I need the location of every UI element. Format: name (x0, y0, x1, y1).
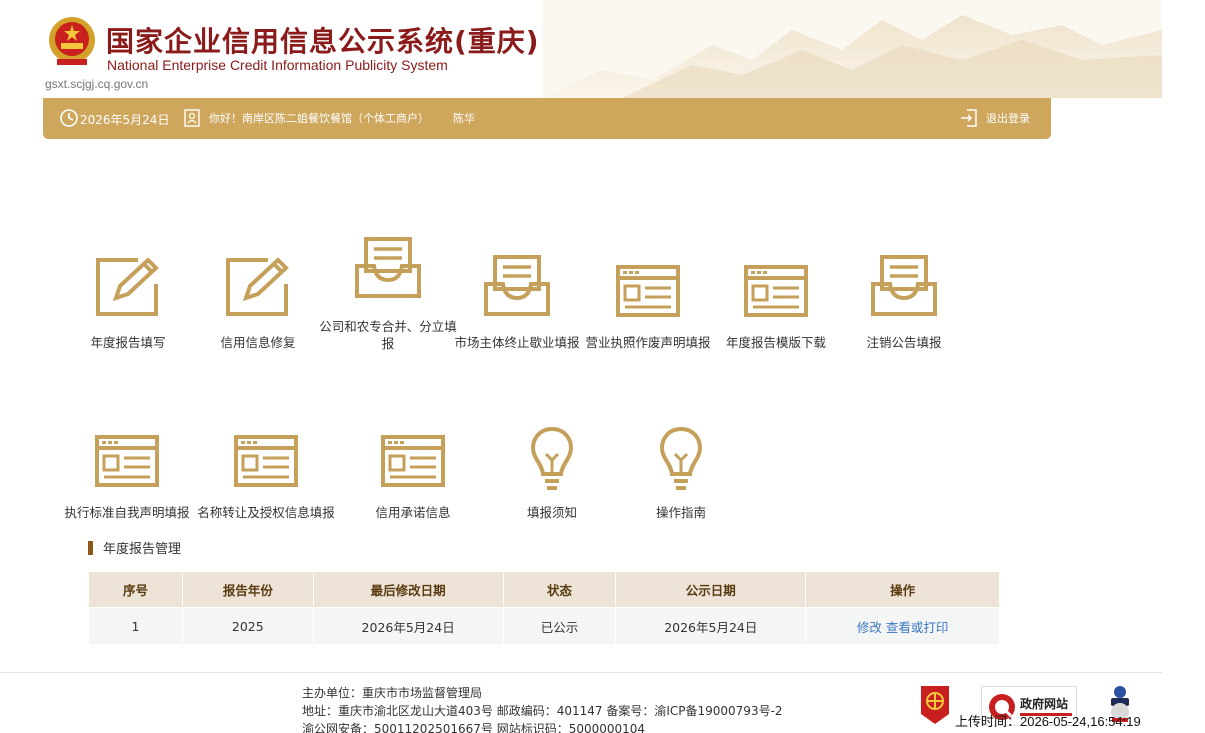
cell-no: 1 (88, 607, 183, 645)
tile-label: 营业执照作废声明填报 (585, 335, 711, 350)
column-header: 最后修改日期 (312, 571, 504, 608)
logout-icon[interactable] (960, 108, 979, 128)
site-title: 国家企业信用信息公示系统(重庆) (106, 25, 540, 58)
tile-filing-notes[interactable]: 填报须知 (482, 426, 622, 521)
tile-label: 注销公告填报 (866, 335, 942, 350)
form-window-icon (381, 435, 445, 487)
view-print-link[interactable]: 查看或打印 (886, 620, 949, 635)
site-header: 国家企业信用信息公示系统(重庆) National Enterprise Cre… (0, 0, 1205, 98)
site-title-english: National Enterprise Credit Information P… (107, 57, 448, 73)
column-header: 公示日期 (615, 571, 807, 608)
tile-standard-self-declaration[interactable]: 执行标准自我声明填报 (57, 434, 197, 521)
tile-deregistration-notice-fill[interactable]: 注销公告填报 (834, 254, 974, 351)
edit-icon (96, 257, 159, 316)
footer-address: 地址：重庆市渝北区龙山大道403号 邮政编码：401147 备案号：渝ICP备1… (302, 704, 783, 718)
gov-website-label: 政府网站 (1020, 697, 1069, 711)
tile-label: 年度报告模版下载 (725, 335, 826, 350)
column-header: 序号 (88, 571, 183, 608)
current-date: 2026年5月24日 (80, 113, 170, 127)
greeting-text: 你好！南岸区陈二姐餐饮餐馆（个体工商户） (209, 112, 429, 125)
annual-report-table: 序号 报告年份 最后修改日期 状态 公示日期 操作 1 2025 2026年5月… (88, 571, 1000, 645)
tile-name-transfer-fill[interactable]: 名称转让及授权信息填报 (196, 434, 336, 521)
tile-label: 年度报告填写 (90, 335, 166, 350)
tile-label: 信用承诺信息 (375, 505, 451, 520)
cell-status: 已公示 (502, 607, 617, 645)
tile-credit-commitment[interactable]: 信用承诺信息 (343, 434, 483, 521)
tile-credit-repair[interactable]: 信用信息修复 (188, 254, 328, 351)
cell-actions: 修改 查看或打印 (805, 607, 1000, 645)
lightbulb-icon (530, 426, 574, 490)
column-header: 状态 (502, 571, 617, 608)
tile-termination-fill[interactable]: 市场主体终止歇业填报 (447, 254, 587, 351)
site-domain: gsxt.scjgj.cq.gov.cn (45, 77, 149, 91)
tile-license-void-fill[interactable]: 营业执照作废声明填报 (578, 264, 718, 351)
tile-merger-split-fill[interactable]: 公司和农专合并、分立填报 (318, 236, 458, 352)
logout-link[interactable]: 退出登录 (986, 110, 1030, 126)
tile-label: 市场主体终止歇业填报 (454, 335, 580, 350)
tray-icon (484, 255, 550, 316)
party-gov-badge-icon[interactable] (917, 684, 953, 726)
section-title: 年度报告管理 (88, 541, 181, 557)
user-name: 陈华 (453, 112, 475, 125)
column-header: 操作 (805, 571, 1000, 608)
edit-icon (226, 257, 289, 316)
footer-divider (0, 672, 1162, 673)
edit-report-link[interactable]: 修改 (857, 620, 882, 635)
clock-icon (60, 109, 78, 127)
tile-label: 名称转让及授权信息填报 (197, 505, 335, 520)
table-row: 1 2025 2026年5月24日 已公示 2026年5月24日 修改 查看或打… (88, 607, 1000, 645)
lightbulb-icon (659, 426, 703, 490)
form-window-icon (744, 265, 808, 317)
tray-icon (871, 255, 937, 316)
tile-label: 填报须知 (526, 505, 577, 520)
footer-host: 主办单位：重庆市市场监督管理局 (302, 686, 483, 700)
table-header-row: 序号 报告年份 最后修改日期 状态 公示日期 操作 (88, 571, 1000, 608)
tile-label: 公司和农专合并、分立填报 (319, 319, 457, 351)
upload-time: 上传时间：2026-05-24,16:54:19 (955, 714, 1141, 729)
form-window-icon (616, 265, 680, 317)
tile-label: 执行标准自我声明填报 (64, 505, 190, 520)
form-window-icon (234, 435, 298, 487)
tile-annual-report-fill[interactable]: 年度报告填写 (58, 254, 198, 351)
tile-label: 操作指南 (655, 505, 706, 520)
tile-operation-guide[interactable]: 操作指南 (611, 426, 751, 521)
form-window-icon (95, 435, 159, 487)
cell-published-date: 2026年5月24日 (615, 607, 807, 645)
column-header: 报告年份 (181, 571, 314, 608)
footer-security: 渝公网安备：50011202501667号 网站标识码：5000000104 (302, 722, 646, 733)
tray-icon (355, 237, 421, 298)
user-card-icon (184, 109, 200, 127)
user-info-bar: 2026年5月24日 你好！南岸区陈二姐餐饮餐馆（个体工商户） 陈华 退出登录 (43, 98, 1051, 139)
mountain-banner-image (542, 0, 1162, 98)
cell-year: 2025 (181, 607, 314, 645)
national-emblem-icon (49, 17, 95, 65)
tile-label: 信用信息修复 (220, 335, 296, 350)
cell-modified-date: 2026年5月24日 (312, 607, 504, 645)
tile-annual-template-download[interactable]: 年度报告模版下载 (706, 264, 846, 351)
